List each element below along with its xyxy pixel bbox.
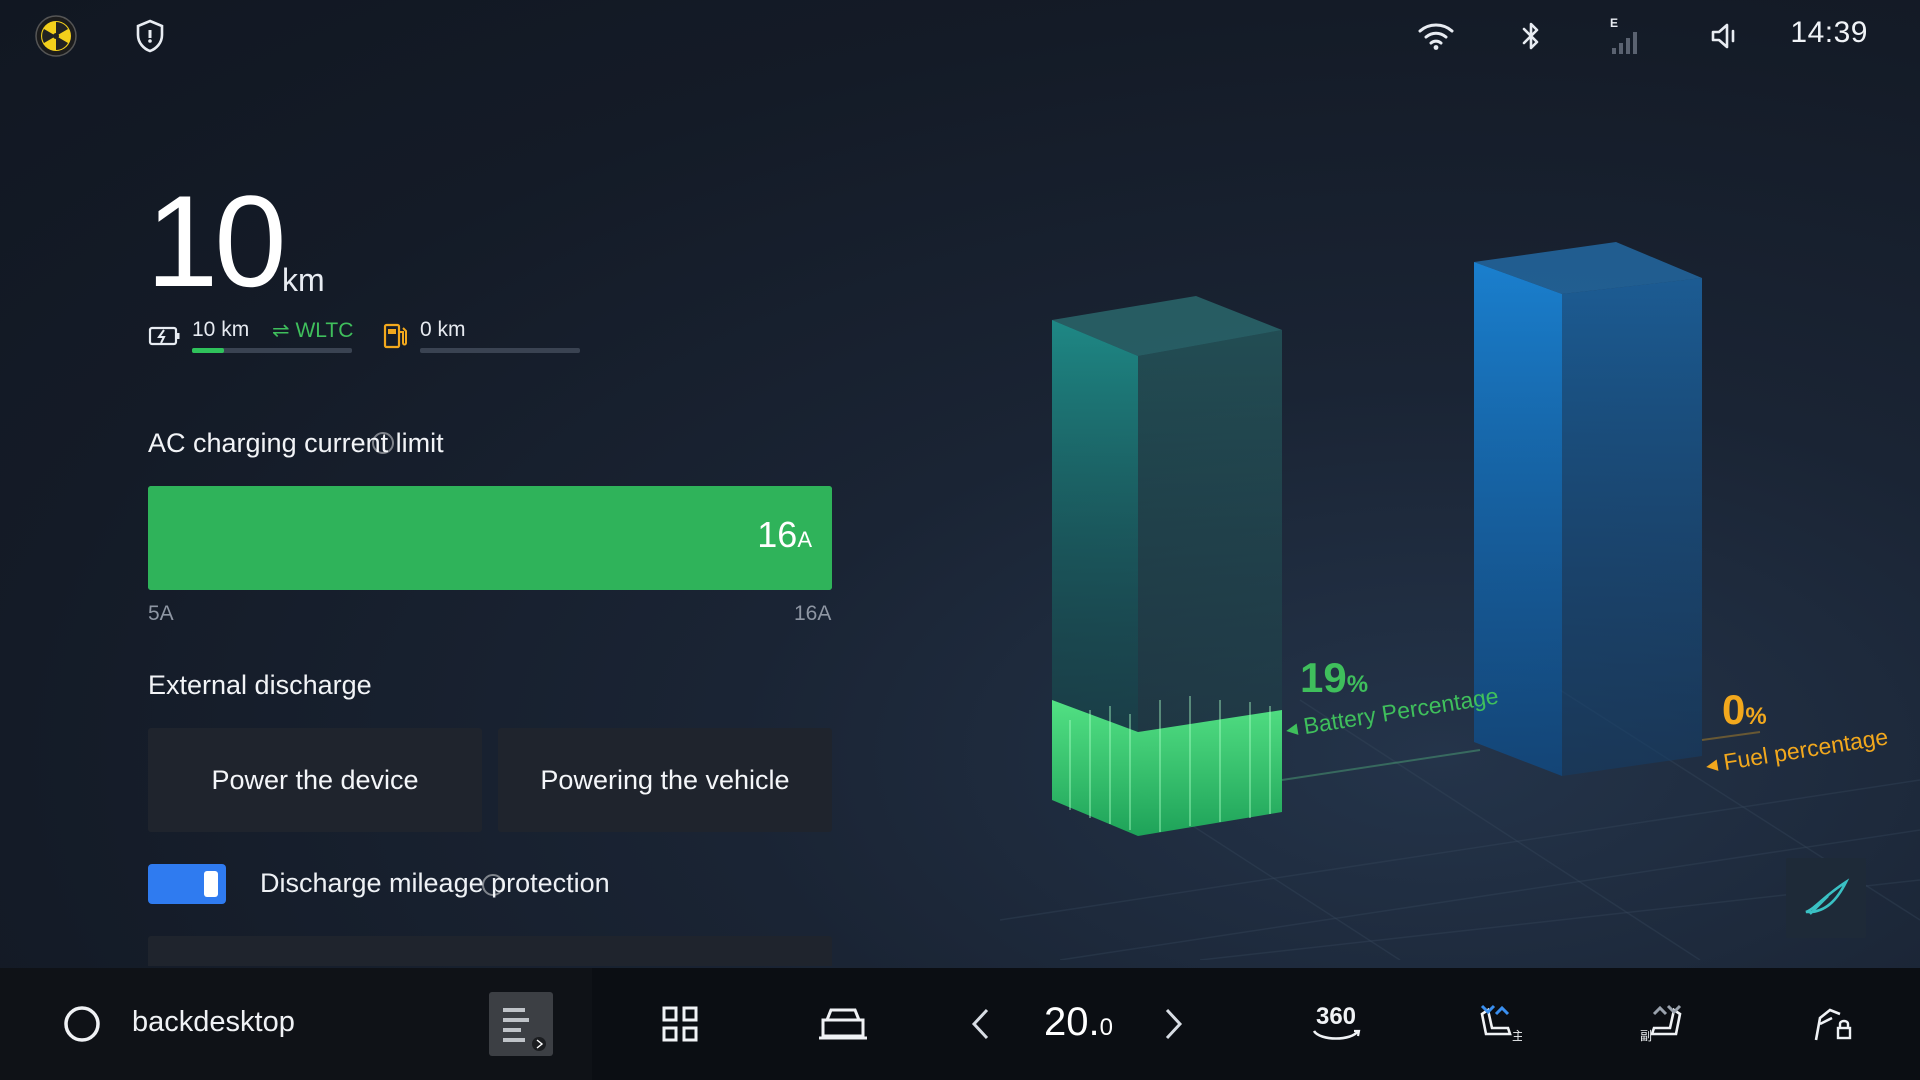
eco-leaf-icon [1805, 878, 1850, 915]
driver-seat-icon: 主 [1480, 1004, 1522, 1043]
rotate-icon [1312, 1029, 1361, 1040]
exchange-icon: ⇌ [272, 319, 290, 342]
fuel-range-value: 0 km [420, 318, 466, 341]
chevron-left-icon [971, 1008, 989, 1040]
battery-bar [1052, 296, 1282, 836]
next-panel-card [148, 936, 832, 966]
signal-type-label: E [1610, 16, 1619, 30]
bluetooth-music-icon [489, 992, 553, 1056]
chevron-right-icon [1165, 1008, 1183, 1040]
fuel-percentage-value: 0% [1722, 686, 1767, 734]
car-icon [819, 1008, 867, 1040]
backdesktop-label[interactable]: backdesktop [132, 1006, 295, 1039]
battery-percentage-unit: % [1346, 671, 1369, 698]
temperature-display: 20.0 [1044, 1000, 1113, 1045]
apps-grid-button[interactable] [656, 968, 704, 1080]
powering-vehicle-button[interactable]: Powering the vehicle [498, 728, 832, 832]
temp-up-button[interactable] [1158, 968, 1190, 1080]
passenger-seat-icon: 副 [1640, 1004, 1682, 1043]
home-circle-button[interactable] [60, 968, 104, 1080]
temperature-value: 20. [1044, 1000, 1100, 1044]
discharge-protection-help-icon[interactable] [482, 874, 504, 896]
wifi-icon[interactable] [1416, 14, 1456, 58]
fuel-bar [1474, 242, 1702, 776]
volume-icon[interactable] [1708, 14, 1744, 58]
eco-navigation-button[interactable] [1786, 858, 1866, 938]
total-range-value: 10 [146, 168, 287, 314]
power-device-label: Power the device [211, 764, 419, 795]
fuel-percentage-number: 0 [1722, 686, 1746, 733]
media-app-button[interactable] [488, 968, 554, 1080]
charging-slider-fill [148, 486, 832, 590]
electric-range-fill [192, 348, 224, 353]
ac-charging-title: AC charging current limit [148, 428, 444, 459]
cellular-signal-icon: E [1608, 14, 1642, 58]
temperature-decimal: 0 [1099, 1014, 1113, 1041]
camera-360-label: 360 [1315, 1003, 1357, 1030]
passenger-seat-heat-button[interactable]: 副 [1638, 968, 1688, 1080]
electric-range-track [192, 348, 352, 353]
vehicle-button[interactable] [814, 968, 872, 1080]
energy-bars-visual [1000, 242, 1920, 960]
slider-min-label: 5A [148, 602, 174, 625]
discharge-protection-toggle[interactable] [148, 864, 226, 904]
charging-current-number: 16 [757, 514, 798, 555]
camera-360-button[interactable]: 360 [1308, 968, 1364, 1080]
fuel-range-track [420, 348, 580, 353]
wltc-standard: ⇌ WLTC [272, 318, 353, 343]
total-range-unit: km [282, 262, 325, 298]
slider-max-label: 16A [794, 602, 832, 625]
grid-icon [662, 1006, 698, 1042]
fuel-percentage-unit: % [1745, 703, 1767, 730]
wltc-label: WLTC [295, 319, 354, 342]
battery-percentage-value: 19% [1300, 654, 1368, 702]
toggle-knob [204, 871, 218, 897]
charging-current-value: 16A [757, 514, 812, 556]
powering-vehicle-label: Powering the vehicle [540, 764, 790, 795]
ac-charging-title-text: AC charging current limit [148, 428, 444, 458]
charging-current-unit: A [797, 527, 812, 552]
temp-down-button[interactable] [964, 968, 996, 1080]
battery-charging-icon [148, 324, 182, 353]
wheel-lock-button[interactable] [1808, 968, 1856, 1080]
fuel-pump-icon [382, 322, 410, 355]
power-device-button[interactable]: Power the device [148, 728, 482, 832]
shield-icon[interactable] [132, 14, 168, 58]
driver-seat-heat-button[interactable]: 主 [1474, 968, 1524, 1080]
electric-range-value: 10 km [192, 318, 250, 341]
app-logo-icon[interactable] [32, 14, 80, 58]
svg-text:副: 副 [1640, 1029, 1652, 1043]
steering-lock-icon [1814, 1008, 1852, 1041]
charging-current-slider[interactable]: 16A [148, 486, 832, 590]
battery-percentage-number: 19 [1300, 654, 1347, 701]
bluetooth-icon[interactable] [1516, 14, 1546, 58]
circle-icon [64, 1006, 100, 1042]
svg-text:主: 主 [1512, 1029, 1522, 1043]
clock: 14:39 [1790, 16, 1868, 49]
external-discharge-title: External discharge [148, 670, 372, 700]
ac-charging-help-icon[interactable] [372, 432, 394, 454]
discharge-protection-label: Discharge mileage protection [260, 868, 610, 898]
